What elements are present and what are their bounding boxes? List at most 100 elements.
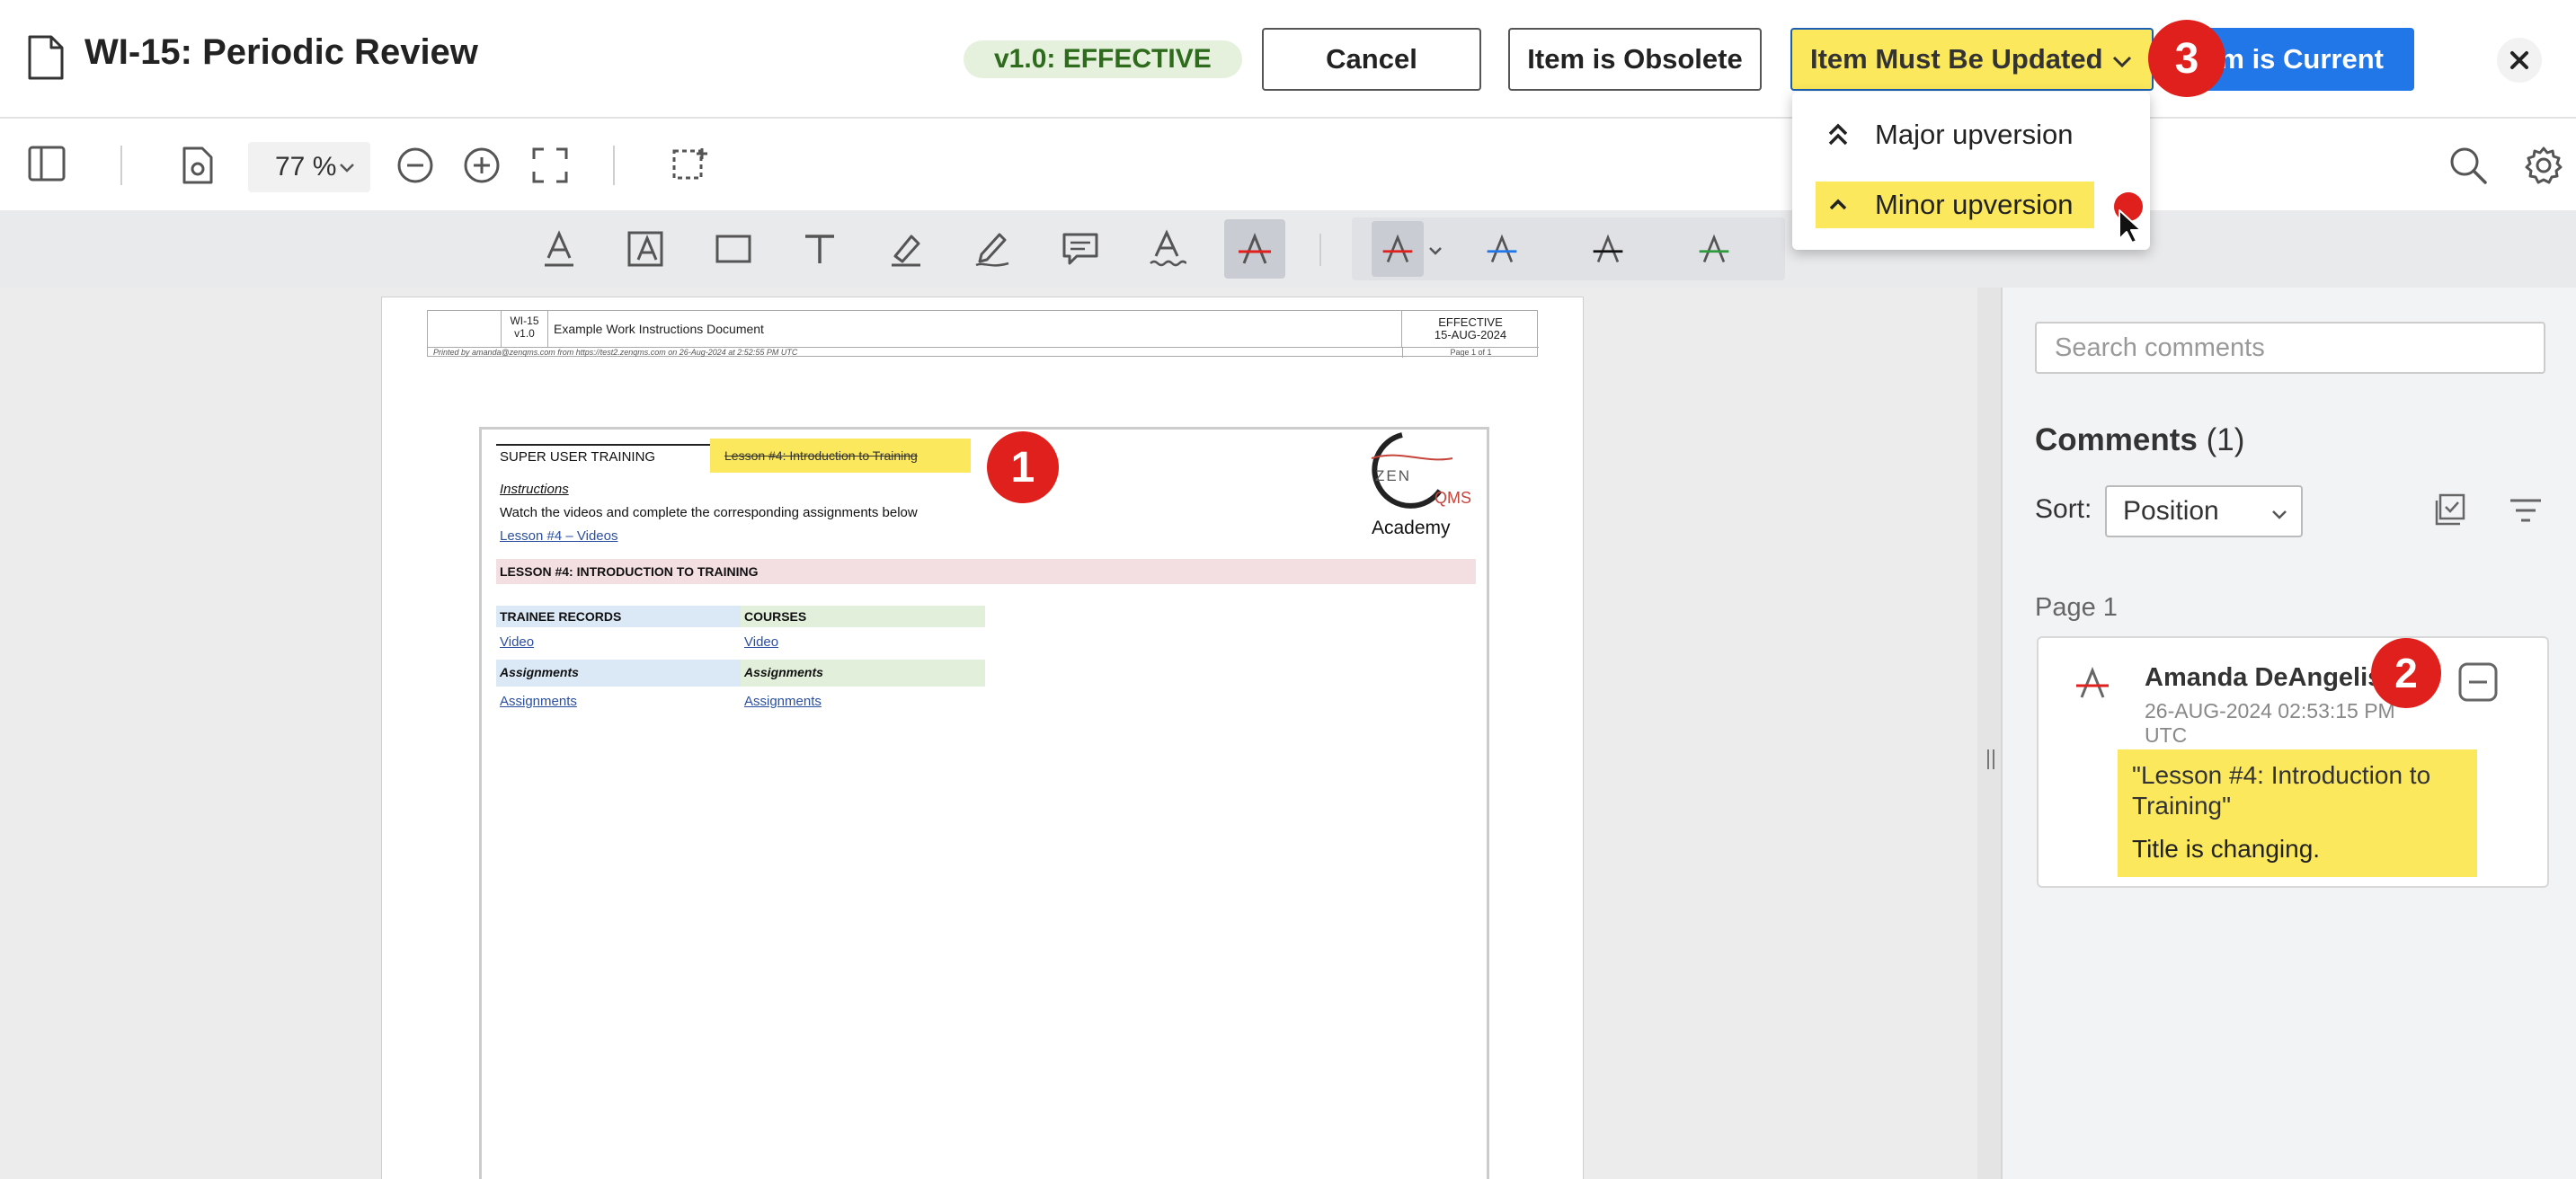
chevron-down-icon — [340, 164, 354, 173]
fit-page-button[interactable] — [530, 146, 570, 185]
trainee-records-header: TRAINEE RECORDS — [500, 609, 622, 624]
rectangle-tool[interactable] — [703, 219, 764, 279]
item-must-be-updated-dropdown[interactable]: Item Must Be Updated — [1790, 28, 2154, 91]
minus-square-icon — [2458, 662, 2498, 702]
zoom-in-button[interactable] — [462, 146, 502, 185]
document-header-table: WI-15 v1.0 Example Work Instructions Doc… — [427, 310, 1539, 358]
close-button[interactable] — [2497, 38, 2542, 83]
comment-tool[interactable] — [1050, 219, 1111, 279]
panel-resize-handle[interactable] — [1977, 288, 2003, 1179]
squiggly-tool[interactable] — [1136, 219, 1197, 279]
free-text-tool[interactable] — [789, 219, 850, 279]
comment-quote: "Lesson #4: Introduction to Training" — [2132, 761, 2431, 820]
highlight-tool[interactable] — [875, 219, 937, 279]
upversion-dropdown-menu: Major upversion Minor upversion — [1792, 92, 2150, 250]
strikeout-red-icon — [1382, 234, 1413, 263]
major-upversion-option[interactable]: Major upversion — [1816, 111, 2074, 158]
sort-value: Position — [2123, 496, 2219, 526]
pen-tool[interactable] — [962, 219, 1023, 279]
step-marker-3: 3 — [2148, 20, 2225, 97]
printed-by-row: Printed by amanda@zenqms.com from https:… — [428, 347, 1539, 358]
strikeout-color-group — [1352, 217, 1785, 280]
courses-video-link[interactable]: Video — [744, 634, 778, 650]
strikeout-blue-option[interactable] — [1476, 221, 1528, 277]
videos-link[interactable]: Lesson #4 – Videos — [500, 528, 618, 544]
rectangle-icon — [715, 235, 751, 263]
comment-icon — [1062, 233, 1098, 265]
doc-status-cell: EFFECTIVE 15-AUG-2024 — [1402, 311, 1539, 347]
comment-card[interactable]: Amanda DeAngelis 26-AUG-2024 02:53:15 PM… — [2037, 636, 2549, 888]
search-comments-input[interactable] — [2035, 322, 2545, 374]
comments-heading-label: Comments — [2035, 422, 2198, 457]
strikeout-red-option[interactable] — [1372, 221, 1424, 277]
filter-icon — [2510, 499, 2541, 522]
chevron-down-icon — [1429, 247, 1442, 255]
comment-author: Amanda DeAngelis — [2145, 663, 2383, 692]
zoom-out-button[interactable] — [395, 146, 435, 185]
selection-icon — [672, 148, 707, 180]
text-icon — [805, 235, 834, 263]
strikeout-blue-icon — [1487, 234, 1517, 263]
zoom-out-icon — [397, 147, 433, 183]
doc-id: WI-15 — [510, 315, 539, 327]
strikeout-icon — [1239, 232, 1271, 264]
header-bar: WI-15: Periodic Review v1.0: EFFECTIVE C… — [0, 0, 2576, 119]
comments-page-label: Page 1 — [2035, 593, 2118, 622]
document-page[interactable]: WI-15 v1.0 Example Work Instructions Doc… — [381, 297, 1584, 1179]
step-marker-2: 2 — [2371, 638, 2441, 708]
toolbar-divider — [1319, 234, 1321, 266]
settings-button[interactable] — [2522, 144, 2565, 187]
strikeout-tool[interactable] — [1224, 219, 1285, 279]
collapse-comment-button[interactable] — [2456, 660, 2500, 705]
strikeout-black-option[interactable] — [1582, 221, 1634, 277]
toggle-sidebar-button[interactable] — [27, 144, 67, 183]
sidebar-panel-icon — [28, 146, 66, 182]
doc-status: EFFECTIVE — [1438, 315, 1503, 329]
courses-assignments-heading: Assignments — [744, 665, 823, 679]
doc-title: Example Work Instructions Document — [548, 311, 1402, 347]
minor-upversion-label: Minor upversion — [1875, 189, 2074, 220]
zoom-select[interactable]: 77 % — [248, 142, 370, 192]
strikeout-annotation[interactable]: Lesson #4: Introduction to Training — [710, 439, 971, 473]
cursor-pointer-icon — [2114, 192, 2143, 244]
comment-note: Title is changing. — [2132, 835, 2321, 863]
courses-assignments-link[interactable]: Assignments — [744, 694, 822, 709]
zoom-value: 77 % — [275, 152, 337, 182]
double-chevron-up-icon — [1828, 123, 1848, 146]
area-select-button[interactable] — [671, 146, 710, 185]
pen-icon — [975, 233, 1009, 267]
search-icon — [2450, 147, 2487, 184]
sort-label: Sort: — [2035, 494, 2092, 524]
document-settings-button[interactable] — [178, 144, 218, 187]
close-icon — [2510, 51, 2528, 69]
cancel-button[interactable]: Cancel — [1262, 28, 1481, 91]
strikeout-green-icon — [1699, 234, 1729, 263]
filter-comments-button[interactable] — [2506, 491, 2545, 530]
text-underline-icon — [545, 230, 573, 267]
text-box-icon — [627, 231, 663, 267]
zoom-in-icon — [464, 147, 500, 183]
trainee-assignments-link[interactable]: Assignments — [500, 694, 577, 709]
page-count: Page 1 of 1 — [1402, 348, 1539, 358]
document-icon — [28, 35, 64, 80]
status-badge: v1.0: EFFECTIVE — [964, 40, 1242, 78]
lesson-heading: LESSON #4: INTRODUCTION TO TRAINING — [500, 564, 759, 579]
comment-quote-box: "Lesson #4: Introduction to Training" Ti… — [2118, 749, 2477, 877]
step-marker-1: 1 — [987, 431, 1059, 503]
underline-tool[interactable] — [529, 219, 590, 279]
instructions-label: Instructions — [500, 482, 569, 497]
strikeout-green-option[interactable] — [1688, 221, 1740, 277]
chevron-down-icon — [2272, 510, 2287, 519]
doc-version: v1.0 — [514, 327, 535, 340]
select-comments-button[interactable] — [2430, 491, 2470, 530]
watch-text: Watch the videos and complete the corres… — [500, 505, 918, 520]
strikeout-icon — [2076, 666, 2109, 698]
trainee-video-link[interactable]: Video — [500, 634, 534, 650]
sort-select[interactable]: Position — [2105, 485, 2303, 537]
item-obsolete-button[interactable]: Item is Obsolete — [1508, 28, 1762, 91]
strikeout-black-icon — [1593, 234, 1623, 263]
text-box-tool[interactable] — [615, 219, 676, 279]
minor-upversion-option[interactable]: Minor upversion — [1816, 182, 2094, 228]
search-button[interactable] — [2447, 144, 2490, 187]
logo-zen-text: ZEN — [1375, 467, 1411, 484]
